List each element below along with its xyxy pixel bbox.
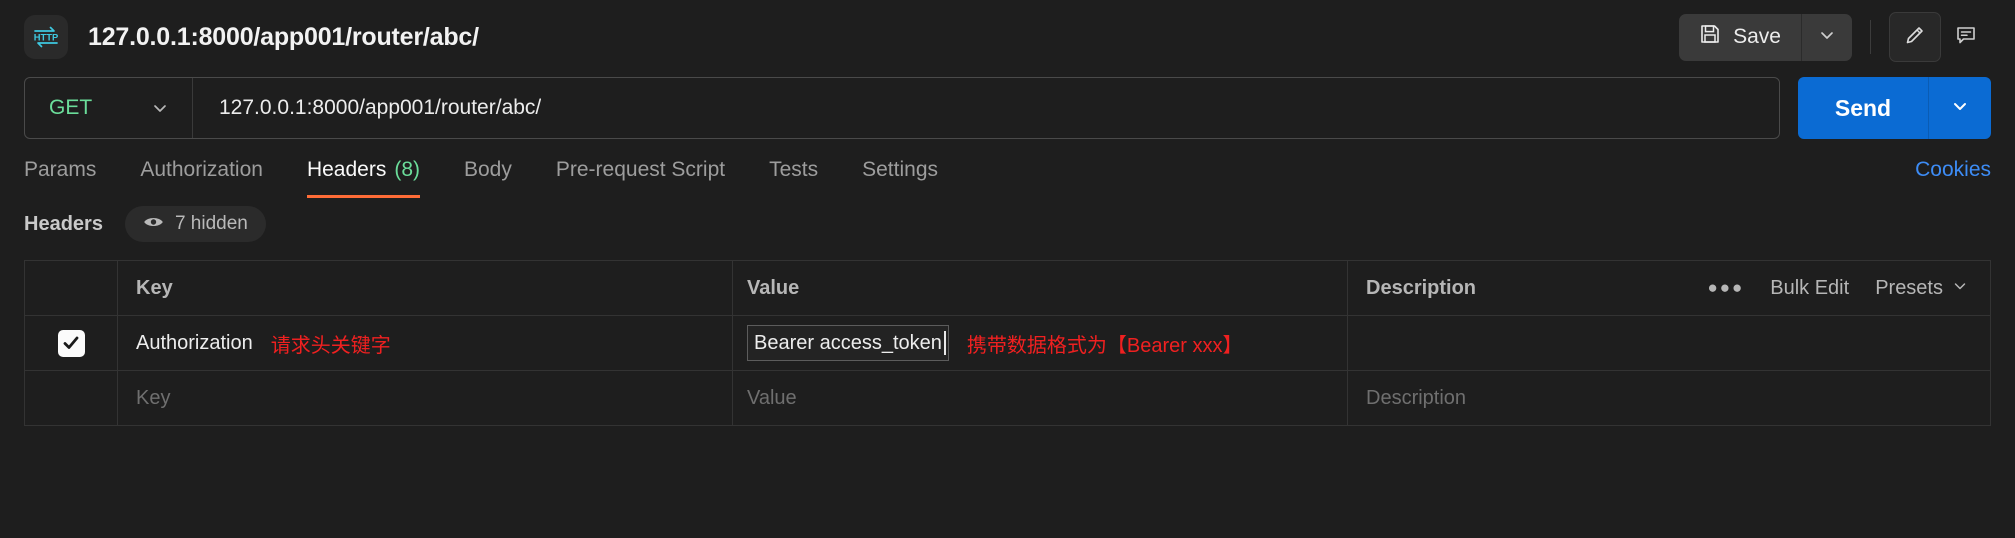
tab-headers-count: (8) bbox=[394, 158, 420, 181]
table-row-empty: Key Value Description bbox=[25, 371, 1990, 426]
tab-pre-request-script[interactable]: Pre-request Script bbox=[556, 142, 725, 198]
chevron-down-icon bbox=[1818, 26, 1836, 49]
column-header-key-label: Key bbox=[136, 276, 173, 299]
http-protocol-icon: HTTP bbox=[24, 15, 68, 59]
empty-row-key-placeholder: Key bbox=[136, 386, 171, 409]
text-cursor bbox=[943, 331, 946, 355]
save-button-group: Save bbox=[1679, 13, 1852, 61]
edit-request-button[interactable] bbox=[1889, 12, 1941, 62]
url-row: GET 127.0.0.1:8000/app001/router/abc/ Se… bbox=[0, 74, 2015, 142]
headers-subbar: Headers 7 hidden bbox=[0, 198, 2015, 250]
column-header-description-label: Description bbox=[1366, 276, 1477, 299]
tab-params[interactable]: Params bbox=[24, 142, 96, 198]
headers-table: Key Value Description ●●● Bulk Edit Pres… bbox=[24, 260, 1991, 426]
empty-row-description-cell[interactable]: Description bbox=[1348, 371, 1990, 425]
send-options-button[interactable] bbox=[1928, 77, 1991, 139]
row-value-text: Bearer access_token bbox=[754, 331, 942, 354]
headers-section-title: Headers bbox=[24, 212, 103, 235]
request-title: 127.0.0.1:8000/app001/router/abc/ bbox=[88, 22, 479, 51]
tab-settings[interactable]: Settings bbox=[862, 142, 938, 198]
save-button-label: Save bbox=[1733, 25, 1781, 48]
chevron-down-icon bbox=[1952, 277, 1968, 300]
row-value-annotation: 携带数据格式为【Bearer xxx】 bbox=[966, 334, 1243, 357]
url-input[interactable]: 127.0.0.1:8000/app001/router/abc/ bbox=[193, 96, 541, 120]
bulk-edit-button[interactable]: Bulk Edit bbox=[1770, 277, 1849, 300]
send-button[interactable]: Send bbox=[1798, 77, 1928, 139]
row-value-cell[interactable]: Bearer access_token 携带数据格式为【Bearer xxx】 bbox=[733, 316, 1348, 370]
row-enabled-cell bbox=[25, 316, 118, 370]
tab-pre-request-script-label: Pre-request Script bbox=[555, 158, 726, 181]
tab-body[interactable]: Body bbox=[464, 142, 512, 198]
send-button-group: Send bbox=[1798, 77, 1991, 139]
floppy-disk-icon bbox=[1699, 23, 1721, 51]
presets-label: Presets bbox=[1875, 276, 1943, 299]
request-tabs: Params Authorization Headers (8) Body Pr… bbox=[0, 142, 2015, 198]
tab-body-label: Body bbox=[464, 158, 512, 181]
presets-button[interactable]: Presets bbox=[1875, 277, 1968, 300]
method-label: GET bbox=[49, 96, 93, 119]
table-row: Authorization 请求头关键字 Bearer access_token… bbox=[25, 316, 1990, 371]
save-options-button[interactable] bbox=[1801, 13, 1852, 61]
method-selector[interactable]: GET bbox=[25, 78, 193, 138]
hidden-headers-count: 7 hidden bbox=[174, 213, 248, 234]
column-header-value-label: Value bbox=[747, 276, 800, 299]
row-key-cell[interactable]: Authorization 请求头关键字 bbox=[118, 316, 733, 370]
tab-settings-label: Settings bbox=[862, 158, 939, 181]
table-header-checkbox-cell bbox=[25, 261, 118, 315]
empty-row-value-placeholder: Value bbox=[747, 386, 797, 409]
tab-authorization-label: Authorization bbox=[140, 158, 263, 181]
pencil-icon bbox=[1903, 23, 1927, 52]
empty-row-checkbox-cell bbox=[25, 371, 118, 425]
tab-headers-label: Headers bbox=[306, 158, 387, 181]
tab-authorization[interactable]: Authorization bbox=[140, 142, 263, 198]
eye-icon bbox=[143, 213, 164, 235]
hidden-headers-toggle[interactable]: 7 hidden bbox=[124, 206, 266, 242]
svg-text:HTTP: HTTP bbox=[34, 31, 58, 42]
row-value-input[interactable]: Bearer access_token bbox=[747, 325, 949, 361]
tab-tests-label: Tests bbox=[769, 158, 819, 181]
table-header-row: Key Value Description ●●● Bulk Edit Pres… bbox=[25, 261, 1990, 316]
comments-button[interactable] bbox=[1941, 13, 1991, 61]
comment-icon bbox=[1954, 23, 1978, 52]
row-key-annotation: 请求头关键字 bbox=[270, 334, 391, 357]
row-key-input[interactable]: Authorization bbox=[136, 332, 253, 355]
empty-row-key-cell[interactable]: Key bbox=[118, 371, 733, 425]
top-bar-actions: Save bbox=[1679, 12, 1991, 62]
table-header-key: Key bbox=[118, 261, 733, 315]
top-bar: HTTP 127.0.0.1:8000/app001/router/abc/ S… bbox=[0, 0, 2015, 74]
row-description-cell[interactable] bbox=[1348, 316, 1990, 370]
save-button[interactable]: Save bbox=[1679, 14, 1801, 61]
ellipsis-icon[interactable]: ●●● bbox=[1707, 278, 1744, 298]
table-header-actions: ●●● Bulk Edit Presets bbox=[1707, 277, 1968, 300]
empty-row-value-cell[interactable]: Value bbox=[733, 371, 1348, 425]
table-header-value: Value bbox=[733, 261, 1348, 315]
tab-tests[interactable]: Tests bbox=[769, 142, 818, 198]
tab-headers[interactable]: Headers (8) bbox=[306, 142, 421, 198]
chevron-down-icon bbox=[1950, 96, 1970, 121]
toolbar-divider bbox=[1870, 20, 1871, 54]
table-header-description: Description ●●● Bulk Edit Presets bbox=[1348, 261, 1990, 315]
empty-row-description-placeholder: Description bbox=[1366, 386, 1467, 409]
tab-params-label: Params bbox=[24, 158, 97, 181]
cookies-link[interactable]: Cookies bbox=[1915, 158, 1991, 182]
chevron-down-icon bbox=[150, 98, 170, 118]
url-box: GET 127.0.0.1:8000/app001/router/abc/ bbox=[24, 77, 1780, 139]
row-enabled-checkbox[interactable] bbox=[57, 329, 85, 357]
